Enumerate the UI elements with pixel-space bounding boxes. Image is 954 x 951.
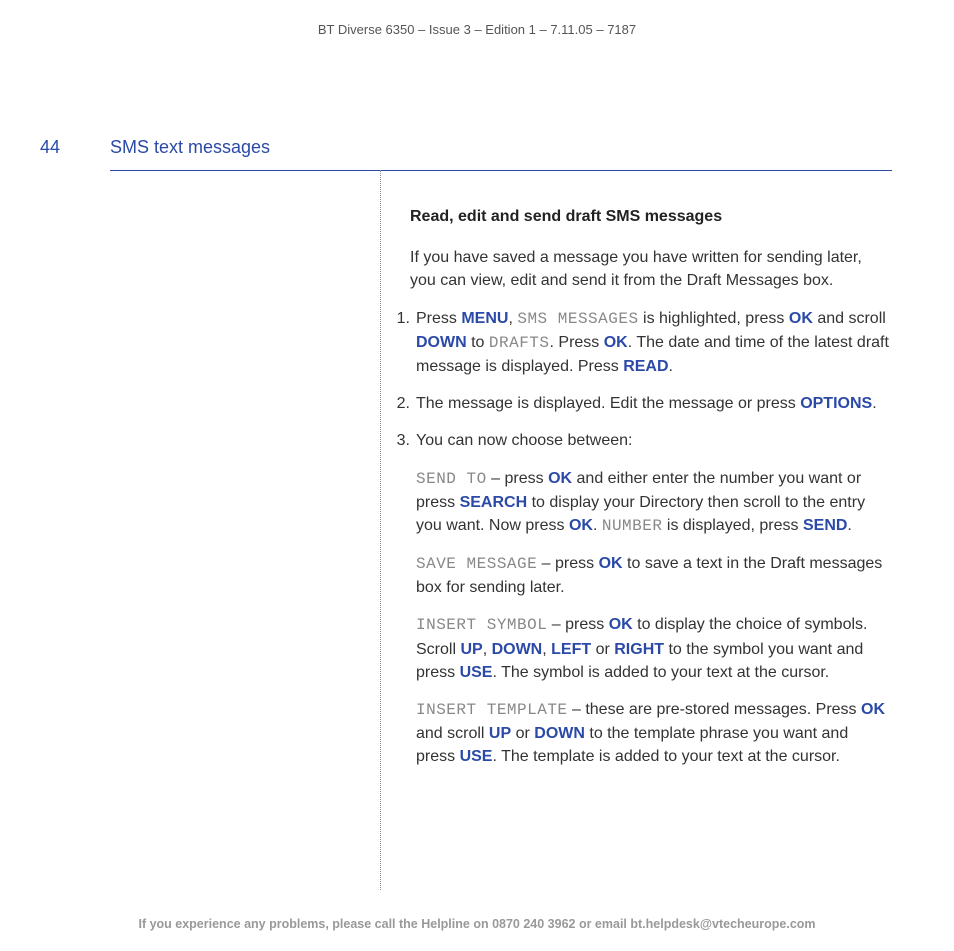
text: or	[511, 725, 534, 742]
text: ,	[483, 641, 492, 658]
key-ok: OK	[789, 310, 813, 327]
key-down: DOWN	[416, 334, 467, 351]
key-ok: OK	[548, 470, 572, 487]
key-options: OPTIONS	[800, 395, 872, 412]
main-content: Read, edit and send draft SMS messages I…	[410, 205, 890, 797]
helpline-phone: 0870 240 3962	[492, 917, 575, 931]
text: ,	[508, 310, 517, 327]
step-2: 2. The message is displayed. Edit the me…	[410, 392, 890, 415]
lcd-insert-symbol: INSERT SYMBOL	[416, 616, 547, 634]
text: or	[591, 641, 614, 658]
text: . The template is added to your text at …	[492, 748, 839, 765]
helpline-email: bt.helpdesk@vtecheurope.com	[630, 917, 815, 931]
lcd-insert-template: INSERT TEMPLATE	[416, 701, 568, 719]
key-ok: OK	[604, 334, 628, 351]
lcd-send-to: SEND TO	[416, 470, 487, 488]
text: – press	[547, 616, 608, 633]
key-ok: OK	[599, 555, 623, 572]
footer-text: If you experience any problems, please c…	[138, 917, 492, 931]
horizontal-rule	[110, 170, 892, 171]
key-menu: MENU	[461, 310, 508, 327]
text: .	[847, 517, 851, 534]
lcd-number: NUMBER	[602, 517, 663, 535]
text: – press	[487, 470, 548, 487]
section-title: SMS text messages	[110, 137, 270, 158]
key-up: UP	[489, 725, 511, 742]
step-number: 3.	[388, 429, 416, 782]
text: – these are pre-stored messages. Press	[568, 701, 861, 718]
lcd-drafts: DRAFTS	[489, 334, 550, 352]
lcd-save-message: SAVE MESSAGE	[416, 555, 537, 573]
key-ok: OK	[861, 701, 885, 718]
option-send-to: SEND TO – press OK and either enter the …	[416, 467, 890, 539]
text: .	[669, 358, 673, 375]
text: to	[467, 334, 489, 351]
option-insert-template: INSERT TEMPLATE – these are pre-stored m…	[416, 698, 890, 769]
text: .	[593, 517, 602, 534]
step-3: 3. You can now choose between: SEND TO –…	[410, 429, 890, 782]
footer: If you experience any problems, please c…	[0, 917, 954, 931]
option-insert-symbol: INSERT SYMBOL – press OK to display the …	[416, 613, 890, 684]
footer-text: or email	[575, 917, 630, 931]
text: You can now choose between:	[416, 429, 890, 452]
key-left: LEFT	[551, 641, 591, 658]
key-right: RIGHT	[614, 641, 664, 658]
key-read: READ	[623, 358, 668, 375]
key-down: DOWN	[492, 641, 543, 658]
text: – press	[537, 555, 598, 572]
text: is highlighted, press	[639, 310, 789, 327]
step-1: 1. Press MENU, SMS MESSAGES is highlight…	[410, 307, 890, 379]
text: Press	[416, 310, 461, 327]
document-page: BT Diverse 6350 – Issue 3 – Edition 1 – …	[0, 0, 954, 951]
text: . Press	[550, 334, 604, 351]
text: The message is displayed. Edit the messa…	[416, 395, 800, 412]
text: is displayed, press	[662, 517, 803, 534]
text: ,	[542, 641, 551, 658]
key-ok: OK	[569, 517, 593, 534]
key-use: USE	[460, 748, 493, 765]
text: and scroll	[813, 310, 886, 327]
step-body: Press MENU, SMS MESSAGES is highlighted,…	[416, 307, 890, 379]
option-save-message: SAVE MESSAGE – press OK to save a text i…	[416, 552, 890, 599]
key-search: SEARCH	[460, 494, 528, 511]
key-use: USE	[460, 664, 493, 681]
content-heading: Read, edit and send draft SMS messages	[410, 205, 890, 228]
step-body: You can now choose between: SEND TO – pr…	[416, 429, 890, 782]
key-send: SEND	[803, 517, 847, 534]
key-down: DOWN	[534, 725, 585, 742]
text: . The symbol is added to your text at th…	[492, 664, 829, 681]
step-body: The message is displayed. Edit the messa…	[416, 392, 890, 415]
page-number: 44	[40, 137, 60, 158]
step-number: 1.	[388, 307, 416, 379]
key-ok: OK	[609, 616, 633, 633]
intro-paragraph: If you have saved a message you have wri…	[410, 246, 890, 292]
step-number: 2.	[388, 392, 416, 415]
document-header: BT Diverse 6350 – Issue 3 – Edition 1 – …	[0, 0, 954, 37]
vertical-rule	[380, 170, 381, 890]
text: .	[872, 395, 876, 412]
lcd-sms-messages: SMS MESSAGES	[517, 310, 638, 328]
key-up: UP	[460, 641, 482, 658]
text: and scroll	[416, 725, 489, 742]
